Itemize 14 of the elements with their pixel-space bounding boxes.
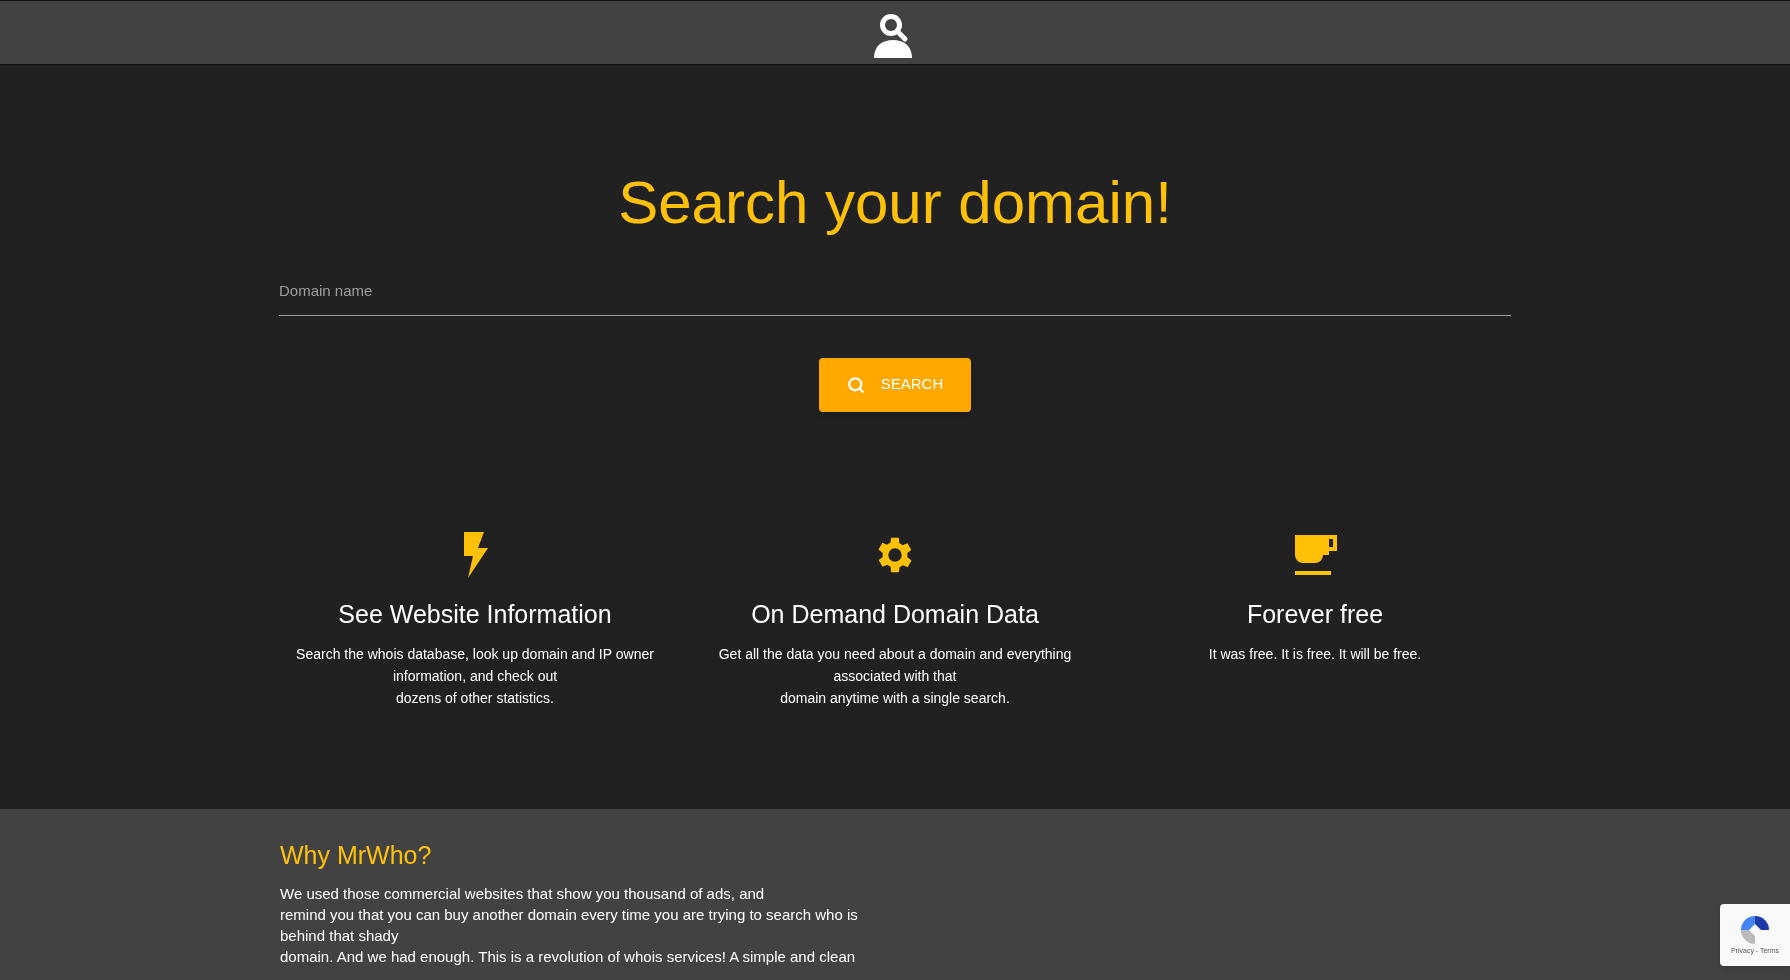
hero-title: Search your domain! [618, 168, 1172, 238]
feature-title: On Demand Domain Data [751, 598, 1039, 630]
about-title: Why MrWho? [280, 840, 433, 871]
feature-description: Get all the data you need about a domain and everything associated with that domain anytime with a single search. [717, 645, 1073, 708]
lightning-bolt-icon [462, 531, 488, 578]
recaptcha-logo-icon [1739, 913, 1771, 946]
feature-description: It was free. It is free. It will be free. [1207, 645, 1423, 664]
about-text: We used those commercial websites that show you thousand of ads, and remind you that you can buy another domain every time you are trying to search who is behind that shady domain. And we had enough. This is a revolution of whois services! A simple and clean [280, 883, 859, 967]
domain-name-field[interactable]: Domain name [279, 280, 1511, 316]
feature-title: Forever free [1246, 598, 1384, 630]
coffee-cup-icon [1293, 532, 1337, 577]
feature-description: Search the whois database, look up domain and IP owner information, and check out dozens of other statistics. [295, 645, 655, 708]
search-icon [846, 375, 865, 394]
feature-title: See Website Information [338, 598, 612, 630]
